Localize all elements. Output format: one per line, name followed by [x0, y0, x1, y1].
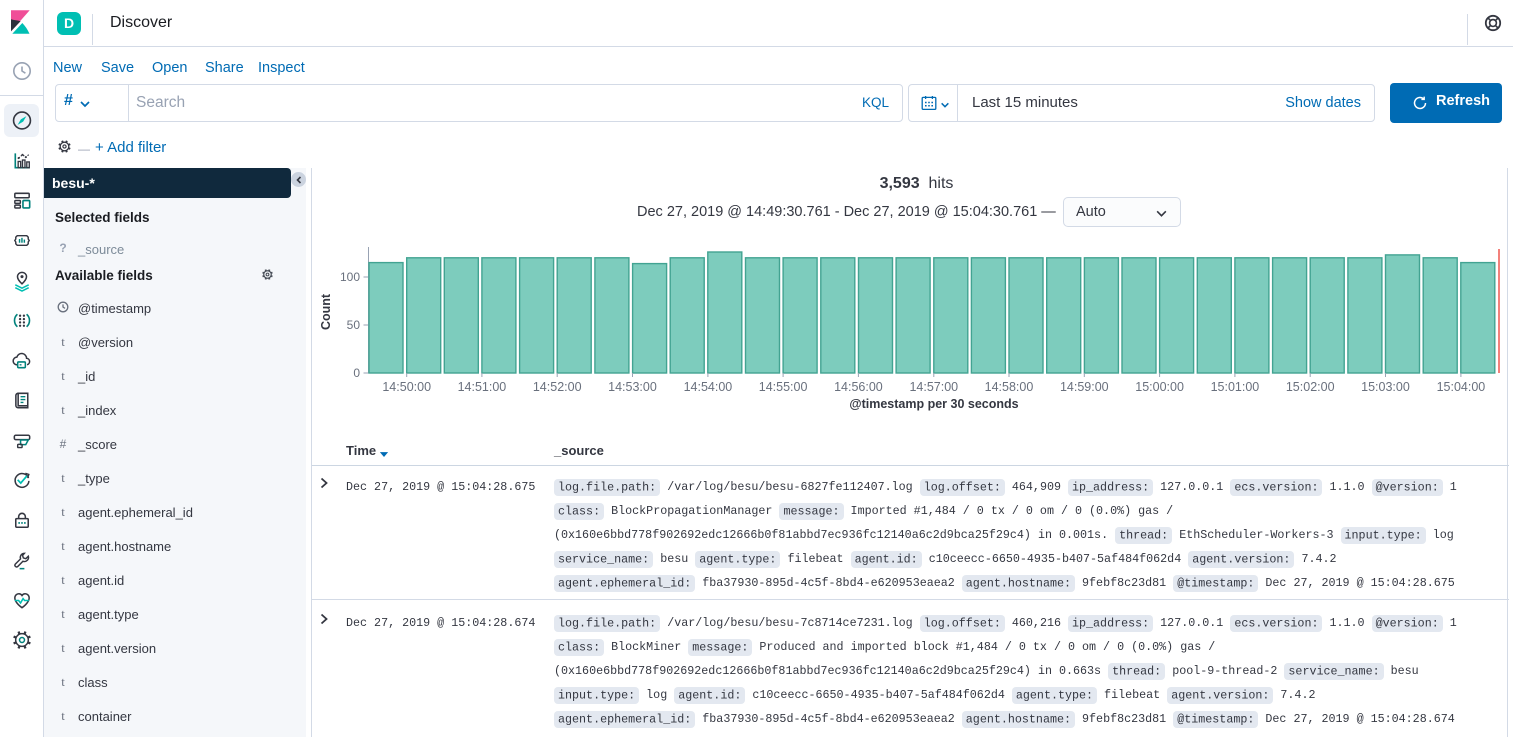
svg-text:14:54:00: 14:54:00 — [684, 380, 733, 394]
svg-text:15:03:00: 15:03:00 — [1361, 380, 1410, 394]
svg-text:15:04:00: 15:04:00 — [1437, 380, 1486, 394]
svg-text:14:55:00: 14:55:00 — [759, 380, 808, 394]
svg-text:14:52:00: 14:52:00 — [533, 380, 582, 394]
svg-text:0: 0 — [353, 366, 360, 380]
svg-text:14:50:00: 14:50:00 — [382, 380, 431, 394]
svg-text:14:57:00: 14:57:00 — [909, 380, 958, 394]
svg-text:14:59:00: 14:59:00 — [1060, 380, 1109, 394]
svg-text:14:51:00: 14:51:00 — [458, 380, 507, 394]
svg-text:15:00:00: 15:00:00 — [1135, 380, 1184, 394]
svg-text:14:58:00: 14:58:00 — [985, 380, 1034, 394]
svg-text:14:53:00: 14:53:00 — [608, 380, 657, 394]
svg-text:50: 50 — [347, 318, 361, 332]
svg-text:@timestamp per 30 seconds: @timestamp per 30 seconds — [849, 397, 1018, 411]
svg-text:100: 100 — [340, 270, 360, 284]
svg-text:14:56:00: 14:56:00 — [834, 380, 883, 394]
svg-text:15:02:00: 15:02:00 — [1286, 380, 1335, 394]
svg-text:15:01:00: 15:01:00 — [1211, 380, 1260, 394]
svg-text:Count: Count — [319, 293, 333, 330]
